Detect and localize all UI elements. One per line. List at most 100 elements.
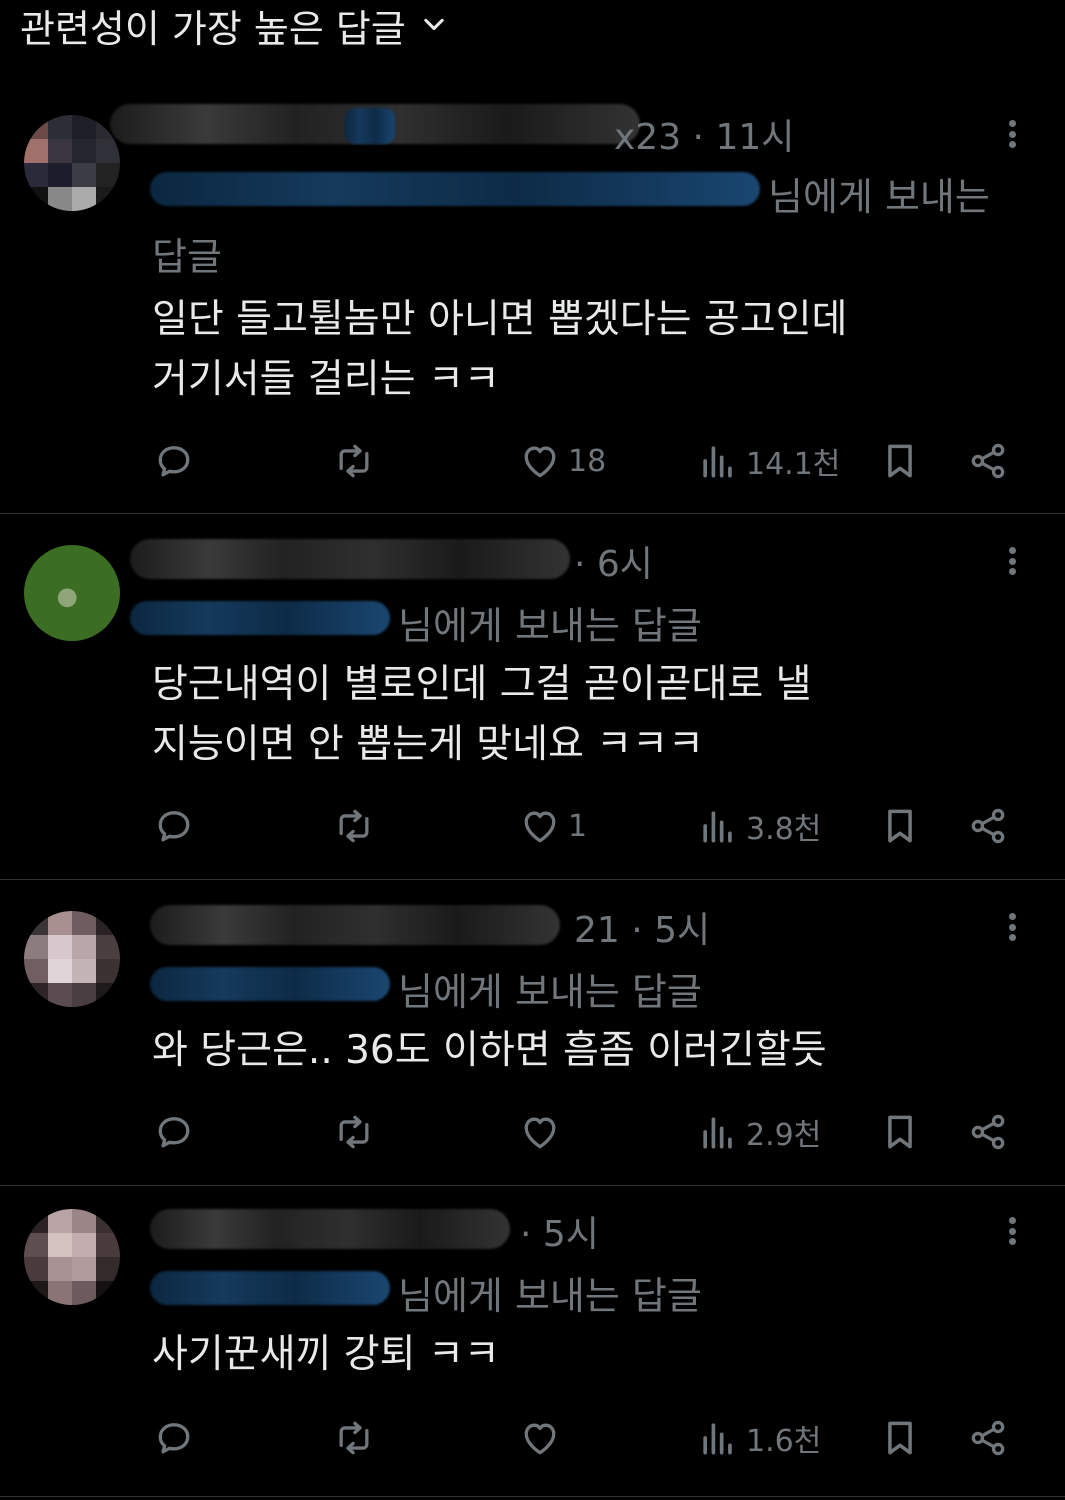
timestamp[interactable]: x23 · 11시 — [614, 108, 794, 160]
views-button[interactable]: 2.9천 — [696, 1107, 821, 1157]
views-icon — [703, 446, 732, 478]
timestamp[interactable]: · 6시 — [574, 535, 653, 587]
replying-to: 님에게 보내는 — [768, 175, 990, 219]
replying-to: 님에게 보내는 답글 — [398, 604, 702, 648]
share-button[interactable] — [966, 1413, 1010, 1463]
bookmark-button[interactable] — [878, 1413, 922, 1463]
reply-text-line: 와 당근은.. 36도 이하면 흠좀 이러긴할듯 — [152, 1028, 827, 1073]
replying-to: 님에게 보내는 답글 — [398, 1274, 702, 1318]
timestamp[interactable]: · 5시 — [520, 1205, 599, 1257]
reply-item[interactable]: · 5시 님에게 보내는 답글 사기꾼새끼 강퇴 ㅋㅋ 1.6천 — [0, 1187, 1065, 1497]
action-bar: 1 3.8천 — [152, 801, 1022, 851]
like-count: 1 — [568, 808, 588, 844]
reply-item[interactable]: x23 · 11시 님에게 보내는 답글 일단 들고튈놈만 아니면 뽑겠다는 공… — [0, 90, 1065, 514]
view-count: 3.8천 — [746, 812, 822, 847]
replying-to: 님에게 보내는 답글 — [398, 970, 702, 1014]
view-count: 1.6천 — [746, 1424, 822, 1459]
share-button[interactable] — [966, 436, 1010, 486]
reply-text: 사기꾼새끼 강퇴 ㅋㅋ — [152, 1325, 1012, 1385]
reply-text: 일단 들고튈놈만 아니면 뽑겠다는 공고인데 거기서들 걸리는 ㅋㅋ — [152, 290, 1012, 410]
reply-text: 당근내역이 별로인데 그걸 곧이곧대로 낼 지능이면 안 뽑는게 맞네요 ㅋㅋㅋ — [152, 655, 1012, 775]
retweet-button[interactable] — [332, 436, 376, 486]
views-button[interactable]: 1.6천 — [696, 1413, 821, 1463]
share-icon — [971, 808, 1005, 844]
redacted-mention — [150, 172, 760, 206]
reply-button[interactable] — [152, 801, 196, 851]
timestamp[interactable]: 21 · 5시 — [574, 901, 710, 953]
reply-icon — [158, 811, 190, 842]
reply-text: 와 당근은.. 36도 이하면 흠좀 이러긴할듯 — [152, 1021, 1012, 1081]
sort-dropdown[interactable]: 관련성이 가장 높은 답글 — [20, 0, 448, 51]
avatar[interactable] — [24, 1209, 120, 1305]
retweet-icon — [339, 444, 369, 478]
view-count: 2.9천 — [746, 1118, 822, 1153]
reply-icon — [158, 446, 190, 477]
bookmark-button[interactable] — [878, 801, 922, 851]
action-bar: 18 14.1천 — [152, 436, 1022, 486]
action-bar: 2.9천 — [152, 1107, 1022, 1157]
avatar[interactable] — [24, 545, 120, 641]
reply-text-line: 일단 들고튈놈만 아니면 뽑겠다는 공고인데 — [152, 297, 848, 342]
reply-icon — [158, 1117, 190, 1148]
bookmark-icon — [888, 1115, 912, 1149]
more-icon[interactable] — [997, 541, 1027, 581]
retweet-icon — [339, 1115, 369, 1149]
views-icon — [703, 1117, 732, 1149]
like-button[interactable]: 18 — [518, 436, 606, 486]
bookmark-icon — [888, 444, 912, 478]
bookmark-button[interactable] — [878, 1107, 922, 1157]
views-button[interactable]: 14.1천 — [696, 436, 840, 486]
retweet-icon — [339, 809, 369, 843]
sort-label: 관련성이 가장 높은 답글 — [20, 6, 406, 51]
bookmark-icon — [888, 809, 912, 843]
reply-text-line: 사기꾼새끼 강퇴 ㅋㅋ — [152, 1332, 500, 1377]
reply-button[interactable] — [152, 1413, 196, 1463]
action-bar: 1.6천 — [152, 1413, 1022, 1463]
more-icon[interactable] — [997, 907, 1027, 947]
reply-item[interactable]: 21 · 5시 님에게 보내는 답글 와 당근은.. 36도 이하면 흠좀 이러… — [0, 881, 1065, 1186]
reply-button[interactable] — [152, 436, 196, 486]
like-icon — [524, 1423, 556, 1455]
replying-to-cont: 답글 — [152, 235, 222, 279]
like-icon — [524, 1117, 556, 1149]
share-icon — [971, 1114, 1005, 1150]
views-icon — [703, 811, 732, 843]
reply-button[interactable] — [152, 1107, 196, 1157]
chevron-down-icon — [424, 18, 444, 31]
share-icon — [971, 443, 1005, 479]
redacted-mention — [150, 967, 390, 1001]
retweet-icon — [339, 1421, 369, 1455]
redacted-mention — [130, 601, 390, 635]
more-icon[interactable] — [997, 114, 1027, 154]
views-button[interactable]: 3.8천 — [696, 801, 821, 851]
like-icon — [524, 811, 556, 843]
redacted-mention — [150, 1271, 390, 1305]
like-icon — [524, 446, 556, 478]
avatar[interactable] — [24, 115, 120, 211]
like-button[interactable] — [518, 1107, 568, 1157]
reply-text-line: 거기서들 걸리는 ㅋㅋ — [152, 357, 500, 402]
more-icon[interactable] — [997, 1211, 1027, 1251]
reply-icon — [158, 1423, 190, 1454]
share-icon — [971, 1420, 1005, 1456]
like-count: 18 — [568, 443, 607, 479]
redacted-username — [150, 1209, 510, 1249]
retweet-button[interactable] — [332, 801, 376, 851]
bookmark-button[interactable] — [878, 436, 922, 486]
views-icon — [703, 1423, 732, 1455]
like-button[interactable]: 1 — [518, 801, 587, 851]
replies-page: 관련성이 가장 높은 답글 x23 · 11시 님에게 보내는 답글 일단 들고… — [0, 0, 1065, 1500]
reply-text-line: 지능이면 안 뽑는게 맞네요 ㅋㅋㅋ — [152, 722, 704, 767]
reply-text-line: 당근내역이 별로인데 그걸 곧이곧대로 낼 — [152, 662, 812, 707]
avatar[interactable] — [24, 911, 120, 1007]
bookmark-icon — [888, 1421, 912, 1455]
redacted-username-accent — [345, 108, 395, 144]
retweet-button[interactable] — [332, 1107, 376, 1157]
share-button[interactable] — [966, 801, 1010, 851]
like-button[interactable] — [518, 1413, 568, 1463]
share-button[interactable] — [966, 1107, 1010, 1157]
view-count: 14.1천 — [746, 447, 841, 482]
redacted-username — [130, 539, 570, 579]
retweet-button[interactable] — [332, 1413, 376, 1463]
reply-item[interactable]: · 6시 님에게 보내는 답글 당근내역이 별로인데 그걸 곧이곧대로 낼 지능… — [0, 515, 1065, 880]
